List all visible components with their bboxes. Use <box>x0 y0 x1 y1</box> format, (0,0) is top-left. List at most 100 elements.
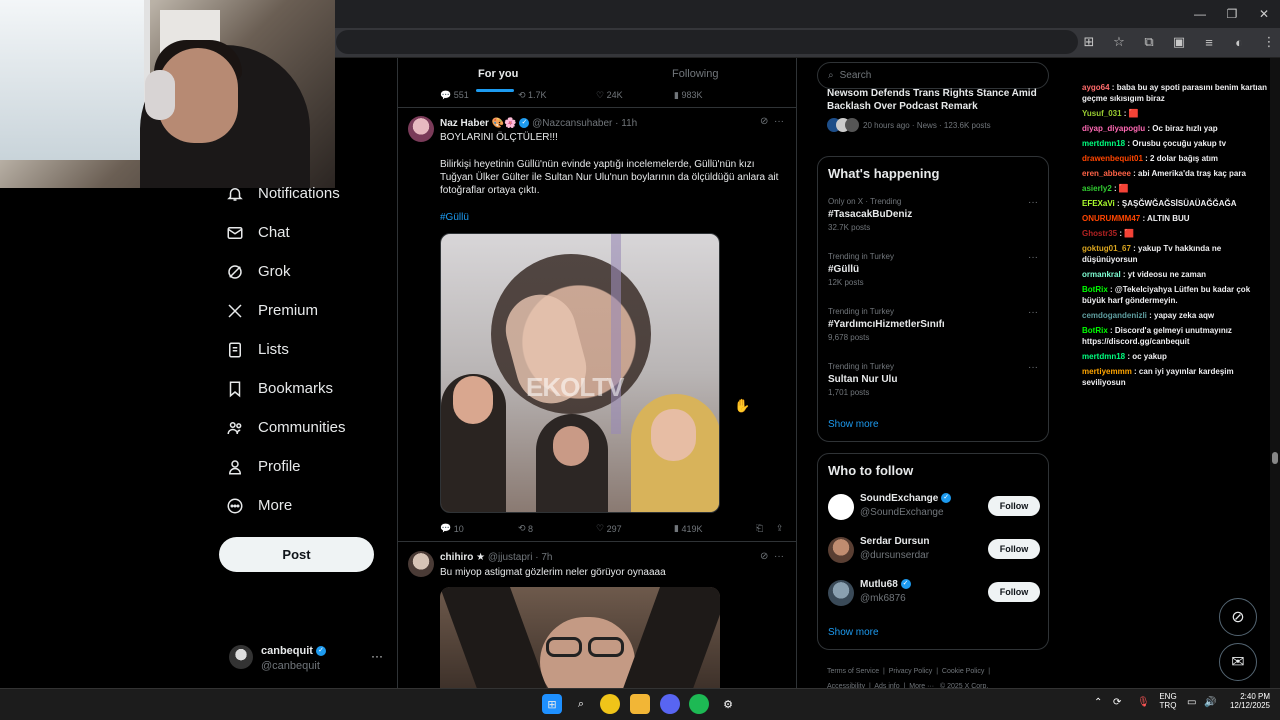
tray-app-icon[interactable]: ⟳ <box>1113 697 1121 708</box>
chat-username[interactable]: BotRix <box>1082 326 1108 335</box>
nav-item-more[interactable]: More <box>224 486 292 525</box>
footer-link[interactable]: Cookie Policy <box>942 668 984 675</box>
tweet-time[interactable]: · 7h <box>535 552 552 563</box>
chat-username[interactable]: ONURUMMM47 <box>1082 214 1140 223</box>
chat-username[interactable]: eren_abbeee <box>1082 169 1131 178</box>
scrollbar[interactable] <box>1270 58 1280 688</box>
install-app-icon[interactable]: ⊞ <box>1080 33 1098 51</box>
reply-action[interactable]: 💬 10 <box>440 523 518 534</box>
chat-username[interactable]: Ghostr35 <box>1082 229 1117 238</box>
chat-username[interactable]: asierly2 <box>1082 184 1112 193</box>
reply-action[interactable]: 💬 551 <box>440 89 518 101</box>
chat-username[interactable]: mertdmn18 <box>1082 139 1125 148</box>
messages-fab[interactable]: ✉ <box>1219 643 1257 681</box>
trend-item[interactable]: Trending in Turkey Sultan Nur Ulu 1,701 … <box>828 362 897 397</box>
trend-item[interactable]: Trending in Turkey #Güllü 12K posts <box>828 252 894 287</box>
clock[interactable]: 2:40 PM 12/12/2025 <box>1222 692 1270 710</box>
chat-username[interactable]: BotRix <box>1082 285 1108 294</box>
maximize-button[interactable]: ❐ <box>1216 0 1248 28</box>
views-action[interactable]: ▮ 983K <box>674 89 752 101</box>
more-icon[interactable]: ··· <box>1028 362 1038 373</box>
grok-icon[interactable]: ⊘ <box>760 551 768 562</box>
app-icon[interactable]: ⚙ <box>718 694 738 714</box>
grok-fab[interactable]: ⊘ <box>1219 598 1257 636</box>
tweet-image[interactable] <box>440 587 720 688</box>
repost-action[interactable]: ⟲ 8 <box>518 523 596 534</box>
tab-following[interactable]: Following <box>672 68 718 80</box>
chat-username[interactable]: cemdogandenizli <box>1082 311 1147 320</box>
address-bar[interactable] <box>336 30 1078 54</box>
chat-username[interactable]: EFEXaVi <box>1082 199 1115 208</box>
more-icon[interactable]: ··· <box>774 551 784 562</box>
more-icon[interactable]: ··· <box>1028 197 1038 208</box>
tweet[interactable]: Naz Haber 🎨🌸 ✓ @Nazcansuhaber · 11h ⊘ ··… <box>398 108 796 542</box>
grok-icon[interactable]: ⊘ <box>760 116 768 127</box>
nav-item-grok[interactable]: Grok <box>224 252 291 291</box>
close-window-button[interactable]: ✕ <box>1248 0 1280 28</box>
hashtag-link[interactable]: #Güllü <box>440 211 469 224</box>
like-action[interactable]: ♡ 297 <box>596 523 674 534</box>
chat-username[interactable]: mertiyemmm <box>1082 367 1132 376</box>
show-more-link[interactable]: Show more <box>828 419 879 430</box>
language-indicator[interactable]: ENG TRQ <box>1156 692 1180 710</box>
chrome-icon[interactable] <box>600 694 620 714</box>
discord-icon[interactable] <box>660 694 680 714</box>
footer-link[interactable]: Terms of Service <box>827 668 879 675</box>
follow-suggestion[interactable]: SoundExchange ✓ @SoundExchange Follow <box>828 490 1040 530</box>
chat-username[interactable]: mertdmn18 <box>1082 352 1125 361</box>
share-icon[interactable]: ⇪ <box>776 523 790 534</box>
post-button[interactable]: Post <box>219 537 374 572</box>
footer-link[interactable]: Privacy Policy <box>889 668 933 675</box>
tab-for-you[interactable]: For you <box>478 68 518 80</box>
minimize-button[interactable]: — <box>1184 0 1216 28</box>
profile-avatar-icon[interactable]: ◐ <box>1230 33 1248 51</box>
tweet-image[interactable]: EKOLTV <box>440 233 720 513</box>
more-icon[interactable]: ··· <box>774 116 784 127</box>
follow-suggestion[interactable]: Mutlu68 ✓ @mk6876 Follow <box>828 576 1040 616</box>
tray-chevron-icon[interactable]: ⌃ <box>1094 697 1102 708</box>
more-icon[interactable]: ··· <box>1028 252 1038 263</box>
news-headline[interactable]: Newsom Defends Trans Rights Stance Amid … <box>827 87 1047 113</box>
repost-action[interactable]: ⟲ 1.7K <box>518 89 596 101</box>
account-switcher[interactable]: canbequit ✓ @canbequit ··· <box>229 643 389 677</box>
chat-username[interactable]: goktug01_67 <box>1082 244 1131 253</box>
follow-button[interactable]: Follow <box>988 496 1040 516</box>
search-input[interactable]: ⌕ Search <box>817 62 1049 89</box>
file-explorer-icon[interactable] <box>630 694 650 714</box>
nav-item-profile[interactable]: Profile <box>224 447 301 486</box>
nav-item-lists[interactable]: Lists <box>224 330 289 369</box>
nav-item-chat[interactable]: Chat <box>224 213 290 252</box>
avatar[interactable] <box>408 116 434 142</box>
spotify-icon[interactable] <box>689 694 709 714</box>
media-controls-icon[interactable]: ≡ <box>1200 33 1218 51</box>
account-more-icon[interactable]: ··· <box>371 649 383 663</box>
tweet-author-name[interactable]: Naz Haber <box>440 118 489 129</box>
nav-item-bookmarks[interactable]: Bookmarks <box>224 369 333 408</box>
windows-start-icon[interactable]: ⊞ <box>542 694 562 714</box>
tweet-author-handle[interactable]: @Nazcansuhaber <box>532 118 612 129</box>
browser-menu-icon[interactable]: ⋮ <box>1260 33 1278 51</box>
split-view-icon[interactable]: ▣ <box>1170 33 1188 51</box>
chat-username[interactable]: Yusuf_031 <box>1082 109 1122 118</box>
chat-username[interactable]: ormankral <box>1082 270 1121 279</box>
follow-button[interactable]: Follow <box>988 539 1040 559</box>
search-icon[interactable]: ⌕ <box>571 694 591 714</box>
extensions-icon[interactable]: ⧉ <box>1140 33 1158 51</box>
bookmark-icon[interactable]: ⎗ <box>756 523 776 534</box>
chat-username[interactable]: diyap_diyapoglu <box>1082 124 1145 133</box>
tweet-author-name[interactable]: chihiro <box>440 552 473 563</box>
follow-suggestion[interactable]: Serdar Dursun @dursunserdar Follow <box>828 533 1040 573</box>
scrollbar-thumb[interactable] <box>1272 452 1278 464</box>
show-more-link[interactable]: Show more <box>828 627 879 638</box>
trend-item[interactable]: Trending in Turkey #YardımcıHizmetlerSın… <box>828 307 945 342</box>
network-icon[interactable]: ▭ <box>1187 697 1196 708</box>
bookmark-star-icon[interactable]: ☆ <box>1110 33 1128 51</box>
trend-item[interactable]: Only on X · Trending #TasacakBuDeniz 32.… <box>828 197 912 232</box>
like-action[interactable]: ♡ 24K <box>596 89 674 101</box>
avatar[interactable] <box>408 551 434 577</box>
more-icon[interactable]: ··· <box>1028 307 1038 318</box>
volume-icon[interactable]: 🔊 <box>1204 697 1216 708</box>
microphone-icon[interactable]: 🎙 <box>1137 697 1150 708</box>
nav-item-notifications[interactable]: Notifications <box>224 174 340 213</box>
nav-item-communities[interactable]: Communities <box>224 408 346 447</box>
